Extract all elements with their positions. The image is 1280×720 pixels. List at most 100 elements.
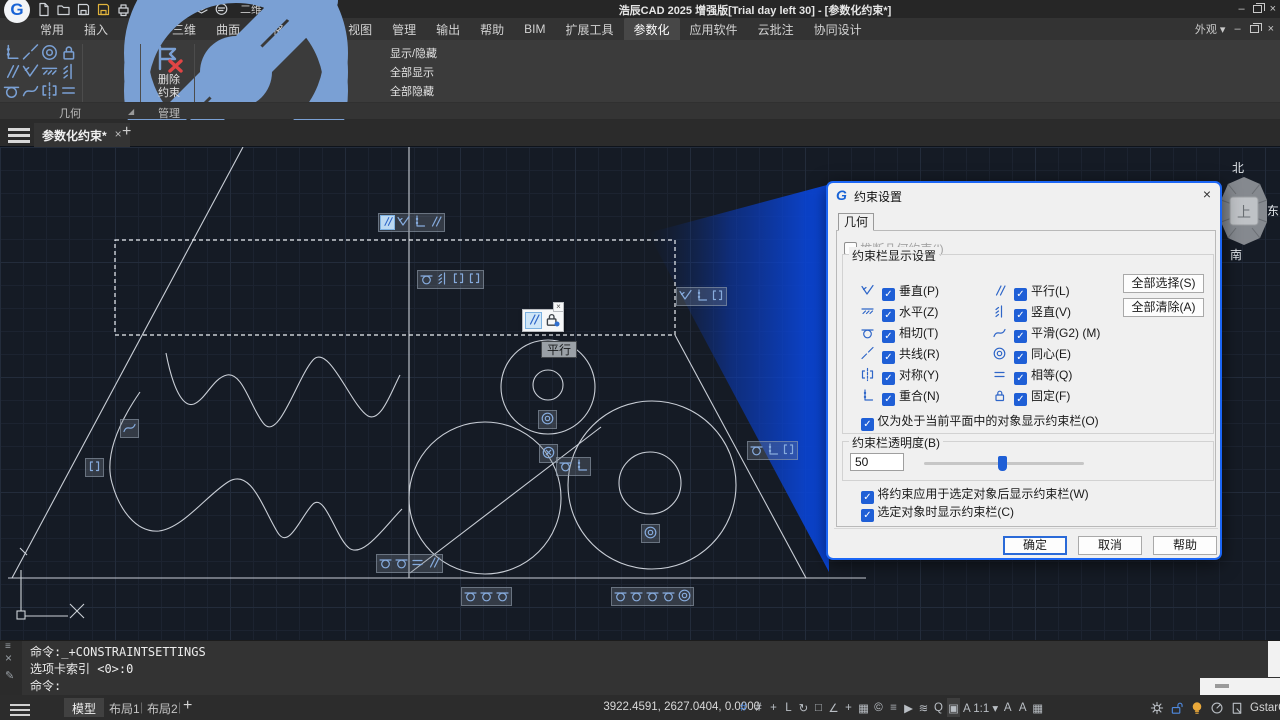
cancel-button[interactable]: 取消 — [1078, 536, 1142, 555]
全部隐藏-button[interactable]: 全部隐藏 — [86, 81, 437, 100]
vertical-constraint-button[interactable] — [59, 63, 78, 82]
transparency-slider-thumb[interactable] — [998, 456, 1007, 471]
perp-constraint-button[interactable] — [21, 63, 40, 82]
workspace-grid-toggle[interactable]: ▦ — [1031, 698, 1044, 717]
相等(Q)-checkbox-row[interactable]: 相等(Q) — [992, 366, 1072, 383]
openlock-icon[interactable] — [1170, 701, 1184, 715]
minimize-button[interactable]: – — [1238, 3, 1244, 15]
constraint-badge[interactable] — [641, 524, 660, 543]
close-button[interactable]: × — [1270, 3, 1276, 15]
lineweight-toggle[interactable]: ≡ — [887, 698, 900, 717]
ribbon-tab-参数化[interactable]: 参数化 — [624, 18, 680, 41]
select-all-button[interactable]: 全部选择(S) — [1123, 274, 1204, 293]
restore-button[interactable] — [1253, 5, 1262, 13]
object-snap-toggle[interactable]: + — [842, 698, 855, 717]
constraint-badge[interactable] — [461, 587, 512, 606]
dynamic-input-toggle[interactable]: □ — [812, 698, 825, 717]
垂直(P)-checkbox-row[interactable]: 垂直(P) — [860, 282, 939, 299]
equal-constraint-button[interactable] — [59, 82, 78, 101]
ribbon-tab-云批注[interactable]: 云批注 — [748, 18, 804, 41]
show-after-apply-checkbox[interactable]: 将约束应用于选定对象后显示约束栏(W) — [861, 485, 1089, 501]
open-icon[interactable] — [56, 2, 71, 17]
command-scrollbar-vertical[interactable] — [1268, 641, 1280, 677]
ribbon-tab-输出[interactable]: 输出 — [426, 18, 470, 41]
annotation-auto-toggle[interactable]: A — [1016, 698, 1029, 717]
snap-toggle[interactable]: # — [752, 698, 765, 717]
ribbon-tab-帮助[interactable]: 帮助 — [470, 18, 514, 41]
ribbon-tab-扩展工具[interactable]: 扩展工具 — [556, 18, 624, 41]
help-button[interactable]: 帮助 — [1153, 536, 1217, 555]
对称(Y)-checkbox-row[interactable]: 对称(Y) — [860, 366, 939, 383]
smooth-constraint-button[interactable] — [21, 82, 40, 101]
command-scrollbar-horizontal[interactable] — [1200, 678, 1280, 695]
重合(N)-checkbox-row[interactable]: 重合(N) — [860, 387, 940, 404]
constraint-badge[interactable] — [417, 270, 484, 289]
tangent-constraint-button[interactable] — [2, 82, 21, 101]
delete-constraint-button[interactable]: 删除 约束 — [146, 42, 192, 100]
angle-snap-toggle[interactable]: ∠ — [827, 698, 840, 717]
gear-icon[interactable] — [1150, 701, 1164, 715]
layout2-tab[interactable]: 布局2 — [147, 700, 178, 717]
同心(E)-checkbox-row[interactable]: 同心(E) — [992, 345, 1071, 362]
constraint-badge[interactable] — [120, 419, 139, 438]
ribbon-restore-button[interactable] — [1250, 25, 1259, 33]
layout1-tab[interactable]: 布局1 — [109, 700, 140, 717]
constraint-badge[interactable] — [676, 287, 727, 306]
transparency-input[interactable]: 50 — [850, 453, 904, 471]
command-line-panel[interactable]: ≡ × ✎ 命令:_+CONSTRAINTSETTINGS 选项卡索引 <0>:… — [0, 640, 1280, 695]
drawing-tab[interactable]: 参数化约束* × — [34, 123, 130, 147]
constraint-badge[interactable] — [556, 457, 591, 476]
command-close-icon[interactable]: × — [5, 651, 12, 665]
constraint-badge[interactable] — [85, 458, 104, 477]
concentric-constraint-button[interactable] — [40, 44, 59, 63]
constraint-badge[interactable] — [378, 213, 445, 232]
parallel-constraint-button[interactable] — [2, 63, 21, 82]
ribbon-tab-BIM[interactable]: BIM — [514, 19, 555, 39]
status-menu-icon[interactable] — [10, 701, 30, 719]
constraint-badge[interactable] — [538, 410, 557, 429]
ribbon-tab-常用[interactable]: 常用 — [30, 18, 74, 41]
constraint-badge[interactable] — [611, 587, 694, 606]
new-layout-button[interactable]: + — [183, 697, 192, 715]
selection-cycling-toggle[interactable]: ▶ — [902, 698, 915, 717]
annotation-scale-toggle[interactable]: A 1:1 ▾ — [962, 698, 999, 717]
selection-rectangle[interactable] — [115, 240, 675, 335]
newfile-icon[interactable] — [36, 2, 51, 17]
quick-view-toggle[interactable]: Q — [932, 698, 945, 717]
drawing-menu-icon[interactable] — [8, 125, 30, 146]
annotation-visibility-toggle[interactable]: A — [1001, 698, 1014, 717]
bulb-icon[interactable] — [1190, 701, 1204, 715]
constraint-badge[interactable] — [376, 554, 443, 573]
minibar-close-icon[interactable]: × — [553, 302, 564, 312]
appearance-dropdown[interactable]: 外观 ▾ — [1195, 21, 1226, 37]
水平(Z)-checkbox-row[interactable]: 水平(Z) — [860, 303, 938, 320]
monitor-toggle[interactable]: ▣ — [947, 698, 960, 717]
show-on-select-checkbox[interactable]: 选定对象时显示约束栏(C) — [861, 503, 1014, 519]
固定(F)-checkbox-row[interactable]: 固定(F) — [992, 387, 1070, 404]
coincident-constraint-button[interactable] — [2, 44, 21, 63]
ribbon-tab-管理[interactable]: 管理 — [382, 18, 426, 41]
constraint-badge[interactable] — [747, 441, 798, 460]
symmetric-constraint-button[interactable] — [40, 82, 59, 101]
平行(L)-checkbox-row[interactable]: 平行(L) — [992, 282, 1070, 299]
new-tab-button[interactable]: + — [122, 123, 131, 141]
tab-close-icon[interactable]: × — [115, 127, 122, 147]
parallel-icon[interactable] — [525, 312, 542, 329]
current-plane-checkbox[interactable]: 仅为处于当前平面中的对象显示约束栏(O) — [861, 412, 1099, 428]
dialog-title-bar[interactable]: G 约束设置 × — [828, 183, 1220, 207]
ribbon-close-button[interactable]: × — [1268, 23, 1274, 35]
horizontal-constraint-button[interactable] — [40, 63, 59, 82]
cycle-select-toggle[interactable]: © — [872, 698, 885, 717]
snap-settings-toggle[interactable]: + — [767, 698, 780, 717]
page-icon[interactable] — [1230, 701, 1244, 715]
fixed-constraint-button[interactable] — [59, 44, 78, 63]
tab-geometry[interactable]: 几何 — [838, 213, 874, 231]
polar-tracking-toggle[interactable]: ↻ — [797, 698, 810, 717]
collinear-constraint-button[interactable] — [21, 44, 40, 63]
constraint-quick-toolbar[interactable]: × — [522, 309, 564, 332]
hatch-preview-toggle[interactable]: ▦ — [857, 698, 870, 717]
model-tab[interactable]: 模型 — [64, 698, 104, 717]
ortho-toggle[interactable]: L — [782, 698, 795, 717]
clear-all-button[interactable]: 全部清除(A) — [1123, 298, 1204, 317]
grid-display-toggle[interactable]: # — [737, 698, 750, 717]
